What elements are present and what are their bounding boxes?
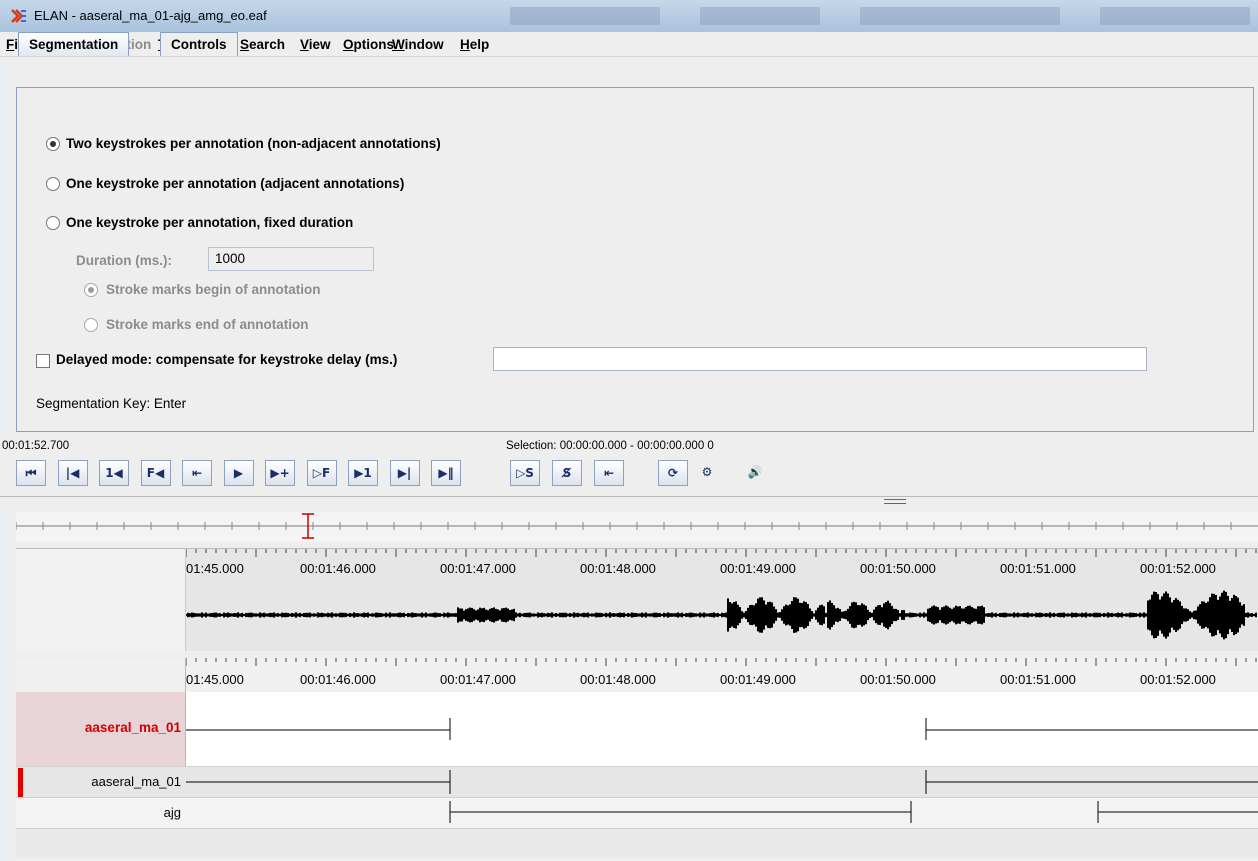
menu-options[interactable]: Options <box>343 37 394 52</box>
taskbar-tab <box>510 7 660 25</box>
clear-selection-button[interactable]: S̸ <box>552 460 582 486</box>
time-tick-label: 00:01:49.000 <box>720 672 796 687</box>
time-tick-label: 00:01:48.000 <box>580 672 656 687</box>
go-to-end-button[interactable]: ▶‖ <box>431 460 461 486</box>
menu-view[interactable]: View <box>300 37 331 52</box>
play-selection-button[interactable]: ▷S <box>510 460 540 486</box>
menu-label-rest: ptions <box>353 37 395 52</box>
current-timecode: 00:01:52.700 <box>2 440 70 452</box>
menu-help[interactable]: Help <box>460 37 489 52</box>
time-tick-label: 00:01:47.000 <box>440 561 516 576</box>
duration-value: 1000 <box>215 251 246 266</box>
menu-search[interactable]: Search <box>240 37 285 52</box>
radio-label: Stroke marks begin of annotation <box>106 282 321 297</box>
radio-label: Stroke marks end of annotation <box>106 317 309 332</box>
tier-label-active[interactable]: aaseral_ma_01 <box>85 720 181 735</box>
loop-mode-button[interactable]: ⟳ <box>658 460 688 486</box>
splitter[interactable] <box>0 496 1258 507</box>
frame-back-button[interactable]: F◀ <box>140 460 171 486</box>
radio-label: One keystroke per annotation (adjacent a… <box>66 176 405 191</box>
time-tick-label: 00:01:47.000 <box>440 672 516 687</box>
menu-mnemonic: F <box>6 37 15 52</box>
window-title: ELAN - aaseral_ma_01-ajg_amg_eo.eaf <box>34 8 267 23</box>
tab-segmentation[interactable]: Segmentation <box>18 32 130 56</box>
go-to-begin-button[interactable]: ⏮ <box>16 460 46 486</box>
waveform-label-area <box>16 549 186 651</box>
radio-two-keystrokes[interactable] <box>46 137 60 151</box>
menu-window[interactable]: Window <box>392 37 444 52</box>
time-tick-label: 00:01:50.000 <box>860 672 936 687</box>
time-tick-label: 00:01:49.000 <box>720 561 796 576</box>
delayed-mode-checkbox[interactable] <box>36 354 50 368</box>
step-back-button[interactable]: 1◀ <box>99 460 129 486</box>
time-tick-label: 01:45.000 <box>186 561 244 576</box>
duration-field[interactable]: 1000 <box>208 247 374 271</box>
title-bar: ELAN - aaseral_ma_01-ajg_amg_eo.eaf <box>0 0 1258 32</box>
gear-icon[interactable]: ⚙ <box>692 460 722 486</box>
radio-one-keystroke-adjacent[interactable] <box>46 177 60 191</box>
radio-stroke-begin[interactable] <box>84 283 98 297</box>
time-tick-label: 00:01:48.000 <box>580 561 656 576</box>
time-tick-label: 00:01:50.000 <box>860 561 936 576</box>
overview-ruler-ticks <box>16 513 1258 539</box>
menu-label-rest: elp <box>469 37 490 52</box>
timeline-viewer: aaseral_ma_01 aaseral_ma_01 ajg 01:45.00… <box>16 658 1258 857</box>
tier-marker <box>18 768 23 798</box>
delay-ms-field[interactable] <box>493 347 1147 371</box>
time-tick-label: 00:01:52.000 <box>1140 561 1216 576</box>
next-frame-button[interactable]: ▶| <box>389 460 420 486</box>
tier-label[interactable]: aaseral_ma_01 <box>91 774 181 789</box>
segmentation-key-label: Segmentation Key: Enter <box>36 396 187 411</box>
time-tick-label: 00:01:51.000 <box>1000 672 1076 687</box>
menu-mnemonic: H <box>460 37 470 52</box>
menu-label-rest: indow <box>404 37 444 52</box>
time-tick-label: 00:01:46.000 <box>300 561 376 576</box>
taskbar-tab <box>1100 7 1250 25</box>
menu-mnemonic: S <box>240 37 250 52</box>
overview-ruler[interactable] <box>16 512 1258 542</box>
time-tick-label: 00:01:51.000 <box>1000 561 1076 576</box>
radio-fixed-duration[interactable] <box>46 216 60 230</box>
menu-label-rest: iew <box>308 37 331 52</box>
time-tick-label: 00:01:52.000 <box>1140 672 1216 687</box>
time-tick-label: 00:01:46.000 <box>300 672 376 687</box>
waveform-panel: 01:45.000 00:01:46.000 00:01:47.000 00:01:4… <box>16 548 1258 651</box>
menu-mnemonic: W <box>392 37 405 52</box>
menu-mnemonic: V <box>300 37 309 52</box>
selection-readout: Selection: 00:00:00.000 - 00:00:00.000 0 <box>506 440 714 452</box>
previous-boundary-button[interactable]: ⇤ <box>182 460 212 486</box>
radio-label: One keystroke per annotation, fixed dura… <box>66 215 354 230</box>
step-forward-button[interactable]: ▶1 <box>348 460 378 486</box>
annotation-tracks <box>186 658 1258 823</box>
taskbar-tab <box>860 7 1060 25</box>
menu-mnemonic: O <box>343 37 354 52</box>
radio-stroke-end[interactable] <box>84 318 98 332</box>
next-boundary-button[interactable]: ▶+ <box>265 460 295 486</box>
time-tick-label: 01:45.000 <box>186 672 244 687</box>
duration-label: Duration (ms.): <box>76 253 172 268</box>
selection-to-begin-button[interactable]: ⇤ <box>594 460 624 486</box>
elan-logo-icon <box>11 9 26 23</box>
frame-forward-button[interactable]: ▷F <box>306 460 337 486</box>
menu-label-rest: earch <box>249 37 286 52</box>
volume-icon[interactable]: 🔊 <box>740 460 770 486</box>
tab-label: Segmentation <box>29 37 119 52</box>
previous-frame-button[interactable]: |◀ <box>57 460 88 486</box>
splitter-grip[interactable] <box>884 499 906 504</box>
tier-label[interactable]: ajg <box>164 805 181 820</box>
tab-controls[interactable]: Controls <box>160 32 238 56</box>
taskbar-tab <box>700 7 820 25</box>
play-button[interactable]: ▶ <box>223 460 254 486</box>
radio-label: Two keystrokes per annotation (non-adjac… <box>66 136 441 151</box>
tab-label: Controls <box>171 37 227 52</box>
delayed-mode-label: Delayed mode: compensate for keystroke d… <box>56 352 398 367</box>
